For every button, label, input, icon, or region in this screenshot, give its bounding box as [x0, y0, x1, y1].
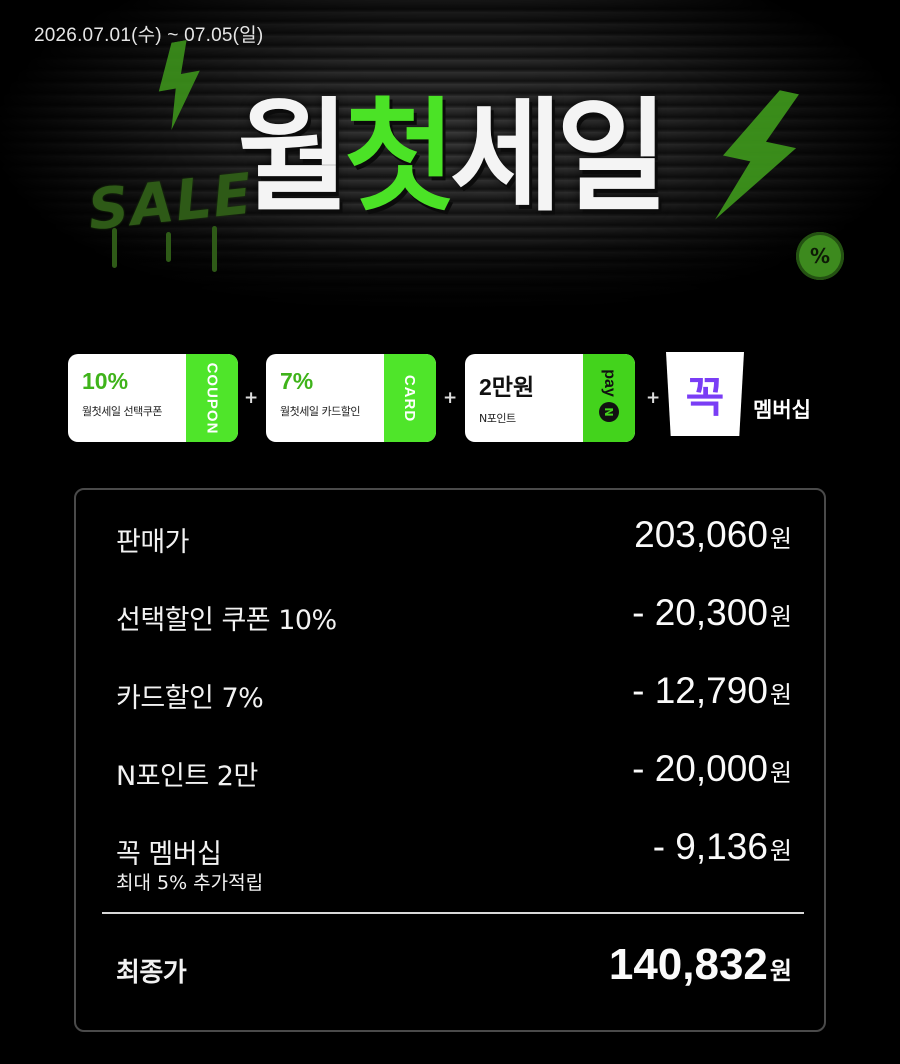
- npay-n-mark: N: [599, 402, 619, 422]
- plus-sign: +: [244, 388, 259, 408]
- paint-drip: [112, 228, 117, 268]
- final-price-value: 140,832원: [608, 940, 792, 989]
- final-price-label: 최종가: [116, 958, 187, 988]
- paint-drip: [212, 226, 217, 272]
- coupon-chip[interactable]: 10% 월첫세일 선택쿠폰 COUPON: [68, 354, 238, 442]
- price-row-label: 선택할인 쿠폰 10%: [116, 605, 337, 636]
- price-row-label: 카드할인 7%: [116, 683, 264, 714]
- coupon-desc: 월첫세일 선택쿠폰: [82, 405, 162, 418]
- paint-drip: [166, 232, 171, 262]
- card-tab: CARD: [384, 354, 436, 442]
- coupon-tab-label: COUPON: [203, 362, 221, 434]
- npoint-chip-body: 2만원 N포인트: [465, 354, 583, 442]
- price-row-value: - 12,790원: [632, 670, 792, 711]
- npay-logo-icon: pay N: [583, 354, 635, 442]
- event-date-range: 2026.07.01(수) ~ 07.05(일): [34, 25, 264, 46]
- card-desc: 월첫세일 카드할인: [280, 405, 360, 418]
- card-chip[interactable]: 7% 월첫세일 카드할인 CARD: [266, 354, 436, 442]
- coupon-chip-body: 10% 월첫세일 선택쿠폰: [68, 354, 186, 442]
- title-highlight: 첫: [343, 86, 456, 228]
- price-row-value: 203,060원: [634, 514, 792, 555]
- price-row-label: 꼭 멤버십: [116, 839, 222, 870]
- npoint-value: 2만원: [479, 374, 535, 400]
- divider: [102, 912, 804, 914]
- price-row-value: - 9,136원: [652, 826, 792, 867]
- membership-logo-icon[interactable]: 꼭: [666, 352, 744, 436]
- title-part-1: 월: [237, 86, 350, 228]
- price-row-label: 판매가: [116, 527, 190, 558]
- percent-badge-icon: %: [796, 232, 844, 280]
- event-title: 월첫세일: [0, 82, 900, 232]
- card-value: 7%: [280, 368, 314, 394]
- card-chip-body: 7% 월첫세일 카드할인: [266, 354, 384, 442]
- coupon-tab: COUPON: [186, 354, 238, 442]
- price-breakdown: 판매가 203,060원 선택할인 쿠폰 10% - 20,300원 카드할인 …: [74, 488, 826, 1032]
- coupon-value: 10%: [82, 368, 129, 394]
- npay-tab-label: pay: [600, 369, 618, 397]
- price-row-sublabel: 최대 5% 추가적립: [116, 872, 264, 894]
- price-row-value: - 20,300원: [632, 592, 792, 633]
- benefit-chips: 10% 월첫세일 선택쿠폰 COUPON + 7% 월첫세일 카드할인 CARD…: [68, 352, 848, 444]
- npoint-desc: N포인트: [479, 412, 516, 425]
- plus-sign: +: [443, 388, 458, 408]
- card-tab-label: CARD: [401, 374, 419, 422]
- title-part-2: 세일: [450, 86, 668, 228]
- price-row-label: N포인트 2만: [116, 761, 258, 792]
- membership-label: 멤버십: [753, 398, 811, 422]
- plus-sign: +: [646, 388, 661, 408]
- hero-fade: [0, 230, 900, 320]
- hero-banner: 2026.07.01(수) ~ 07.05(일) SALE % 월첫세일: [0, 0, 900, 320]
- npoint-chip[interactable]: 2만원 N포인트 pay N: [465, 354, 635, 442]
- price-row-value: - 20,000원: [632, 748, 792, 789]
- membership-logo-text: 꼭: [685, 372, 725, 422]
